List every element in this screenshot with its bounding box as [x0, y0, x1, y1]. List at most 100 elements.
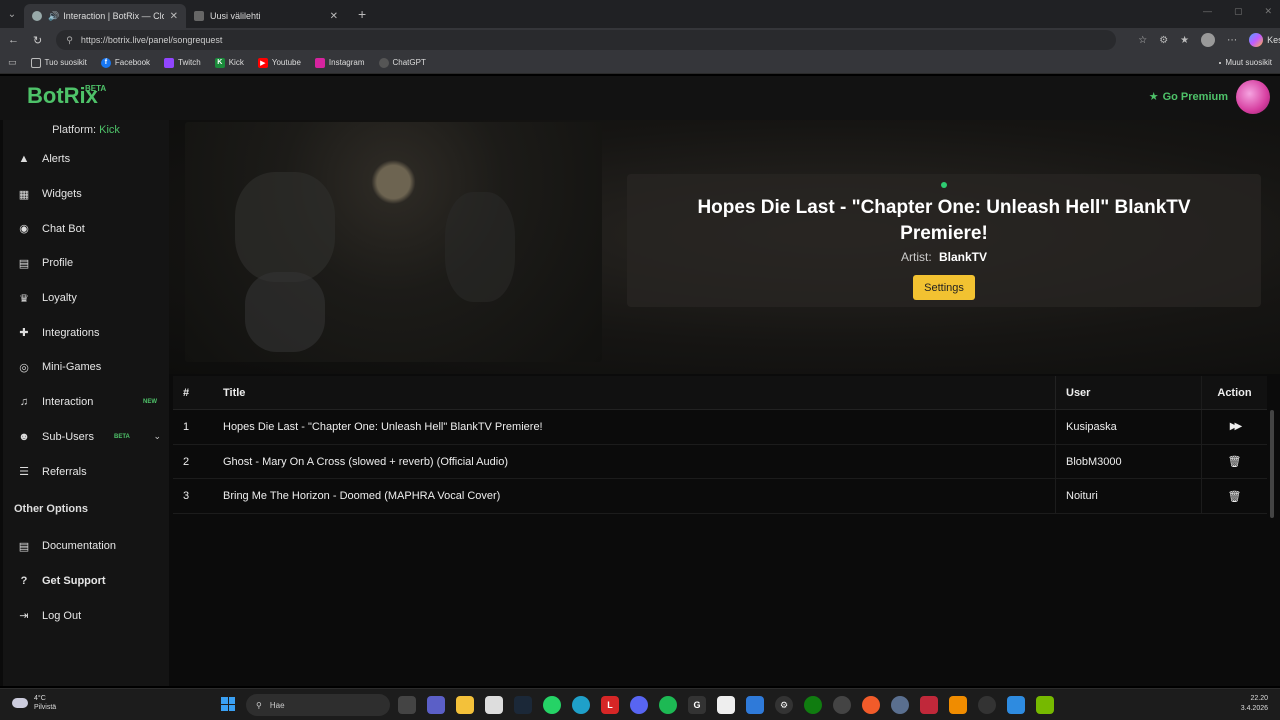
new-badge: NEW — [143, 399, 157, 406]
tab-list-chevron-icon[interactable]: ⌄ — [0, 0, 24, 28]
cloud-icon — [12, 698, 28, 708]
row-action: ▶▶ — [1201, 410, 1267, 444]
store-icon[interactable] — [485, 696, 503, 714]
chatgpt-icon — [378, 57, 389, 68]
bookmark-kick[interactable]: K Kick — [214, 57, 244, 68]
row-action: 🗑 — [1201, 444, 1267, 479]
sidebar-item-label: Loyalty — [42, 292, 77, 305]
sidebar-item-interaction[interactable]: ♫ Interaction NEW — [3, 385, 169, 420]
sidebar-item-alerts[interactable]: ▲ Alerts — [3, 142, 169, 177]
close-tab-icon[interactable]: ✕ — [330, 11, 338, 22]
steam-icon[interactable] — [514, 696, 532, 714]
spotify-icon[interactable] — [659, 696, 677, 714]
xbox-icon[interactable] — [804, 696, 822, 714]
platform-indicator: Platform: Kick — [3, 120, 169, 142]
browser-tab-active[interactable]: 🔊 Interaction | BotRix — Cloud ✕ — [24, 4, 186, 28]
settings-button[interactable]: Settings — [913, 275, 975, 300]
bookmark-twitch[interactable]: Twitch — [164, 57, 201, 68]
sidebar-item-log-out[interactable]: ⇥ Log Out — [3, 598, 169, 633]
close-tab-icon[interactable]: ✕ — [170, 11, 178, 22]
list-icon: ☰ — [19, 466, 29, 479]
sidebar-item-chat-bot[interactable]: ◉ Chat Bot — [3, 211, 169, 246]
nvidia-icon[interactable] — [1036, 696, 1054, 714]
bookmark-youtube[interactable]: ▶ Youtube — [257, 57, 301, 68]
bookmark-label: Kick — [228, 58, 244, 67]
sidebar-item-label: Integrations — [42, 326, 100, 339]
extensions-icon[interactable]: ⚙ — [1159, 35, 1168, 46]
trash-icon[interactable]: 🗑 — [1228, 490, 1242, 503]
back-arrow-icon[interactable]: ← — [8, 34, 19, 46]
go-premium-button[interactable]: ★ Go Premium — [1149, 90, 1228, 104]
settings-gear-icon[interactable]: ⚙ — [775, 696, 793, 714]
copilot-button[interactable]: Keskustelu — [1249, 33, 1280, 47]
other-bookmarks[interactable]: Muut suosikit — [1219, 58, 1272, 67]
skip-forward-icon[interactable]: ▶▶ — [1230, 421, 1243, 432]
new-tab-plus-icon[interactable]: + — [358, 6, 366, 22]
snipping-tool-icon[interactable] — [978, 696, 996, 714]
bookmark-label: Twitch — [178, 58, 201, 67]
red-tool-icon[interactable] — [920, 696, 938, 714]
g-hub-icon[interactable]: G — [688, 696, 706, 714]
more-menu-icon[interactable]: ⋯ — [1227, 35, 1237, 46]
sidebar-item-sub-users[interactable]: ☻ Sub-Users BETA ⌄ — [3, 420, 169, 455]
brand-logo[interactable]: BotRix BETA — [27, 83, 106, 109]
sidebar-item-integrations[interactable]: ✚ Integrations — [3, 315, 169, 350]
favorite-star-icon[interactable]: ☆ — [1138, 35, 1147, 46]
collections-icon[interactable]: ★ — [1180, 35, 1189, 46]
whatsapp-icon[interactable] — [543, 696, 561, 714]
maximize-icon[interactable]: ▢ — [1234, 6, 1243, 17]
minimize-icon[interactable]: — — [1203, 6, 1212, 17]
header-user: User — [1055, 376, 1201, 409]
url-field[interactable]: ⚲ https://botrix.live/panel/songrequest — [56, 30, 1117, 50]
sidebar-item-documentation[interactable]: ▤ Documentation — [3, 529, 169, 564]
row-action: 🗑 — [1201, 479, 1267, 514]
chevron-down-icon[interactable]: ⌄ — [153, 431, 161, 442]
user-avatar[interactable] — [1236, 80, 1270, 114]
sidebar-toggle-icon[interactable]: ▭ — [8, 57, 17, 68]
sidebar-item-referrals[interactable]: ☰ Referrals — [3, 454, 169, 489]
notepad-icon[interactable] — [717, 696, 735, 714]
window-app-icon[interactable] — [1007, 696, 1025, 714]
sidebar-item-profile[interactable]: ▤ Profile — [3, 246, 169, 281]
start-button[interactable] — [221, 697, 235, 711]
scrollbar[interactable] — [1270, 410, 1274, 518]
bookmark-chatgpt[interactable]: ChatGPT — [378, 57, 426, 68]
youtube-icon: ▶ — [257, 57, 268, 68]
header-action: Action — [1201, 376, 1267, 409]
browser-tab[interactable]: Uusi välilehti ✕ — [186, 4, 346, 28]
l-app-icon[interactable]: L — [601, 696, 619, 714]
row-user: Kusipaska — [1055, 410, 1201, 444]
obs-icon[interactable] — [833, 696, 851, 714]
mail-icon[interactable] — [746, 696, 764, 714]
bookmark-instagram[interactable]: Instagram — [314, 57, 365, 68]
sidebar-item-mini-games[interactable]: ◎ Mini-Games — [3, 350, 169, 385]
vlc-icon[interactable] — [949, 696, 967, 714]
row-user: Noituri — [1055, 479, 1201, 514]
video-player[interactable] — [185, 122, 602, 362]
sidebar-item-loyalty[interactable]: ♛ Loyalty — [3, 281, 169, 316]
bookmark-label: Facebook — [114, 58, 151, 67]
gear-app-icon[interactable] — [891, 696, 909, 714]
sidebar-item-widgets[interactable]: ▦ Widgets — [3, 177, 169, 212]
reload-icon[interactable]: ↻ — [33, 34, 42, 47]
teams-icon[interactable] — [427, 696, 445, 714]
row-title: Hopes Die Last - "Chapter One: Unleash H… — [223, 420, 543, 433]
edge-icon[interactable] — [572, 696, 590, 714]
bookmark-facebook[interactable]: f Facebook — [100, 57, 151, 68]
folder-icon — [1219, 61, 1222, 64]
sidebar-item-get-support[interactable]: ? Get Support — [3, 564, 169, 599]
close-window-icon[interactable]: ✕ — [1264, 6, 1272, 17]
discord-icon[interactable] — [630, 696, 648, 714]
profile-avatar-icon[interactable] — [1201, 33, 1216, 47]
trash-icon[interactable]: 🗑 — [1228, 455, 1242, 468]
system-clock[interactable]: 22.20 3.4.2026 — [1241, 694, 1268, 714]
weather-widget[interactable]: 4°C Pilvistä — [12, 694, 56, 712]
taskbar-search[interactable]: ⚲ Hae — [246, 694, 390, 716]
bookmark-import[interactable]: Tuo suosikit — [30, 57, 87, 68]
site-info-icon[interactable]: ⚲ — [66, 35, 73, 46]
brave-icon[interactable] — [862, 696, 880, 714]
windows-logo-icon — [221, 704, 228, 711]
task-view-icon[interactable] — [398, 696, 416, 714]
speaker-icon[interactable]: 🔊 — [48, 11, 59, 22]
file-explorer-icon[interactable] — [456, 696, 474, 714]
